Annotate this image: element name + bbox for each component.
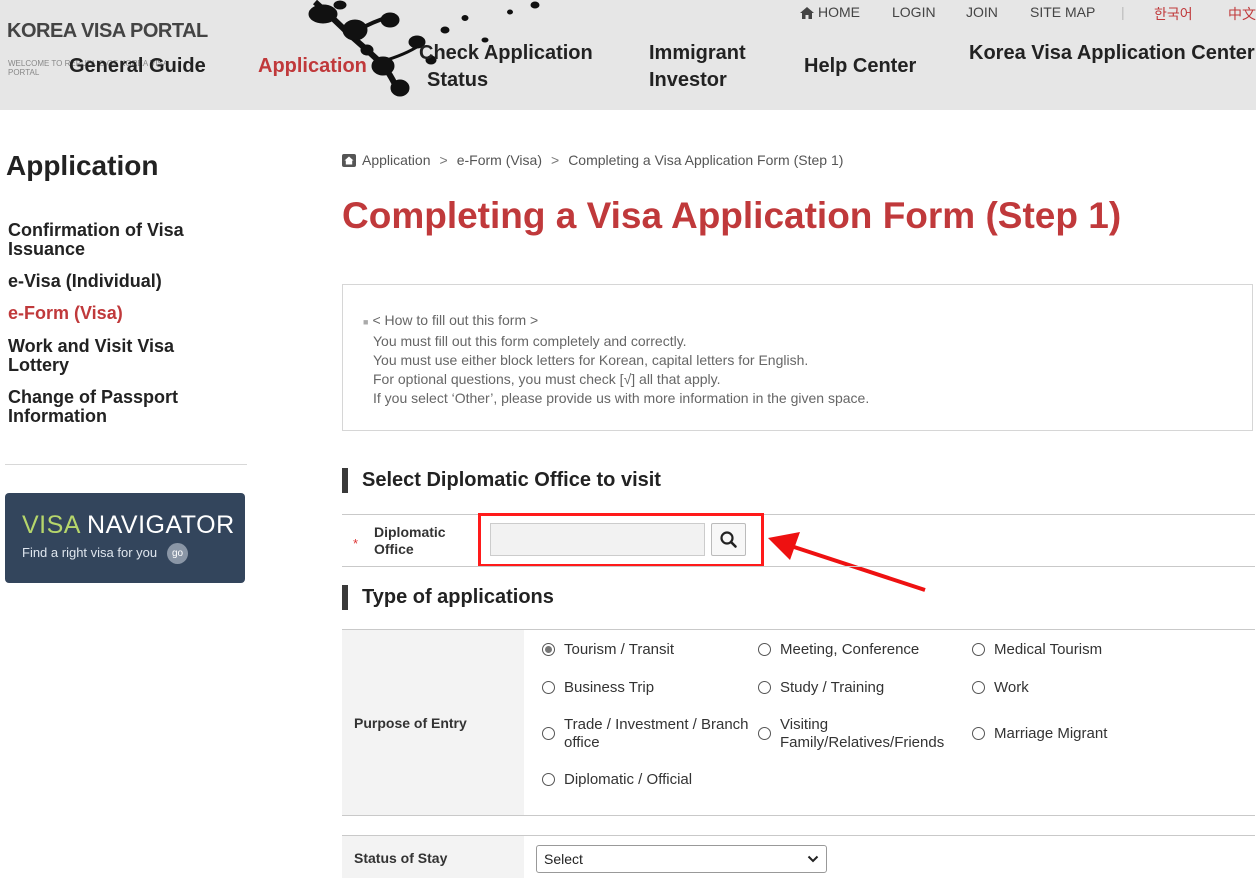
status-of-stay-selected-value: Select [544, 851, 583, 867]
nav-check-application-status[interactable]: Check Application Status [419, 40, 593, 94]
site-map-link[interactable]: SITE MAP [1030, 4, 1095, 20]
sidebar-item-label: Issuance [8, 239, 86, 259]
top-nav-divider: | [1121, 4, 1125, 20]
lang-korean-link[interactable]: 한국어 [1154, 4, 1193, 24]
navigator-go-button[interactable]: go [167, 543, 188, 564]
sidebar-item-confirmation-of-visa-issuance[interactable]: Confirmation of Visa Issuance [8, 221, 238, 259]
instruction-line: If you select ‘Other’, please provide us… [373, 390, 870, 406]
nav-application[interactable]: Application [258, 53, 367, 80]
logo-title[interactable]: KOREA VISA PORTAL [7, 20, 208, 43]
diplomatic-office-label-line1: Diplomatic [374, 524, 446, 540]
radio-button-checked[interactable] [542, 643, 555, 656]
nav-help-center[interactable]: Help Center [804, 53, 916, 80]
nav-check-line1: Check Application [419, 42, 593, 64]
sidebar-item-label: Information [8, 406, 107, 426]
nav-immigrant-line1: Immigrant [649, 42, 746, 64]
diplomatic-office-label-line2: Office [374, 541, 414, 557]
radio-button[interactable] [758, 643, 771, 656]
sidebar-title: Application [6, 150, 159, 181]
radio-button[interactable] [972, 643, 985, 656]
radio-button[interactable] [542, 727, 555, 740]
instruction-line: For optional questions, you must check [… [373, 371, 721, 387]
radio-label: Marriage Migrant [994, 725, 1108, 742]
radio-button[interactable] [972, 727, 985, 740]
required-marker: * [353, 536, 359, 551]
radio-label-line1: Trade / Investment / Branch [564, 716, 749, 733]
visa-navigator-banner[interactable]: VISA NAVIGATOR Find a right visa for you… [5, 493, 245, 583]
radio-button[interactable] [758, 681, 771, 694]
purpose-of-entry-label: Purpose of Entry [354, 715, 467, 731]
navigator-title-navigator: NAVIGATOR [79, 511, 235, 539]
sidebar-item-label: Confirmation of Visa [8, 220, 184, 240]
breadcrumb-current: Completing a Visa Application Form (Step… [568, 152, 844, 168]
radio-label-line2: Family/Relatives/Friends [780, 734, 945, 751]
sidebar-item-label: Work and Visit Visa [8, 336, 175, 356]
navigator-title: VISA NAVIGATOR [22, 511, 235, 540]
radio-button[interactable] [758, 727, 771, 740]
page-title: Completing a Visa Application Form (Step… [342, 195, 1122, 236]
site-header: KOREA VISA PORTAL WELCOME TO REPUBLIC OF… [0, 0, 1256, 110]
sidebar-item-label: Change of Passport [8, 387, 179, 407]
instruction-line: You must use either block letters for Ko… [373, 352, 809, 368]
radio-label: Diplomatic / Official [564, 771, 693, 788]
home-link[interactable]: HOME [818, 4, 860, 20]
join-link[interactable]: JOIN [966, 4, 998, 20]
radio-label: Study / Training [780, 679, 885, 696]
nav-immigrant-investor[interactable]: Immigrant Investor [649, 40, 746, 94]
instructions-heading-text: < How to fill out this form > [372, 312, 539, 328]
login-link[interactable]: LOGIN [892, 4, 936, 20]
radio-label: Meeting, Conference [780, 641, 920, 658]
radio-label-line2: office [564, 734, 600, 751]
nav-immigrant-line2: Investor [649, 69, 727, 91]
nav-visa-application-center[interactable]: Korea Visa Application Center [969, 40, 1255, 67]
instructions-heading: ■ < How to fill out this form > [363, 312, 539, 328]
sidebar-item-change-of-passport-information[interactable]: Change of Passport Information [8, 388, 238, 426]
annotation-highlight-box [478, 513, 764, 567]
radio-button[interactable] [542, 681, 555, 694]
instructions-box: ■ < How to fill out this form > You must … [342, 284, 1253, 431]
breadcrumb-separator: > [439, 152, 448, 168]
breadcrumb: Application > e-Form (Visa) > Completing a V… [342, 152, 843, 168]
navigator-title-visa: VISA [22, 511, 80, 539]
radio-label: Work [994, 679, 1029, 696]
home-icon[interactable] [342, 154, 356, 167]
diplomatic-office-label: Diplomatic Office [374, 524, 446, 558]
breadcrumb-separator: > [551, 152, 560, 168]
section-heading-diplomatic-office: Select Diplomatic Office to visit [342, 468, 661, 493]
chevron-down-icon [807, 855, 819, 863]
sidebar-divider [5, 464, 247, 465]
status-of-stay-label: Status of Stay [354, 850, 448, 866]
sidebar-item-e-form-visa[interactable]: e-Form (Visa) [8, 304, 238, 323]
radio-label: Visiting Family/Relatives/Friends [780, 716, 944, 752]
radio-button[interactable] [972, 681, 985, 694]
radio-label-line1: Visiting [780, 716, 829, 733]
nav-check-line2: Status [427, 69, 489, 91]
section-heading-type-of-applications: Type of applications [342, 585, 554, 610]
sidebar-item-label: Lottery [8, 355, 70, 375]
divider [342, 815, 1255, 816]
radio-label: Medical Tourism [994, 641, 1103, 658]
breadcrumb-item[interactable]: e-Form (Visa) [457, 152, 542, 168]
radio-label: Business Trip [564, 679, 655, 696]
radio-button[interactable] [542, 773, 555, 786]
divider [342, 566, 1255, 567]
radio-label: Tourism / Transit [564, 641, 675, 658]
lang-chinese-link[interactable]: 中文 [1228, 4, 1256, 24]
sidebar-item-e-visa-individual[interactable]: e-Visa (Individual) [8, 272, 238, 291]
breadcrumb-item[interactable]: Application [362, 152, 431, 168]
navigator-subtitle: Find a right visa for you [22, 545, 158, 560]
utility-nav: HOME LOGIN JOIN SITE MAP | 한국어 中文 [0, 4, 1256, 22]
red-arrow-icon [768, 532, 926, 592]
radio-label: Trade / Investment / Branch office [564, 716, 749, 752]
sidebar-item-work-and-visit-visa-lottery[interactable]: Work and Visit Visa Lottery [8, 337, 238, 375]
purpose-of-entry-row: Purpose of Entry Tourism / Transit Meeti… [342, 630, 1255, 815]
status-of-stay-select[interactable]: Select [536, 845, 827, 873]
nav-general-guide[interactable]: General Guide [69, 53, 206, 80]
instruction-line: You must fill out this form completely a… [373, 333, 687, 349]
